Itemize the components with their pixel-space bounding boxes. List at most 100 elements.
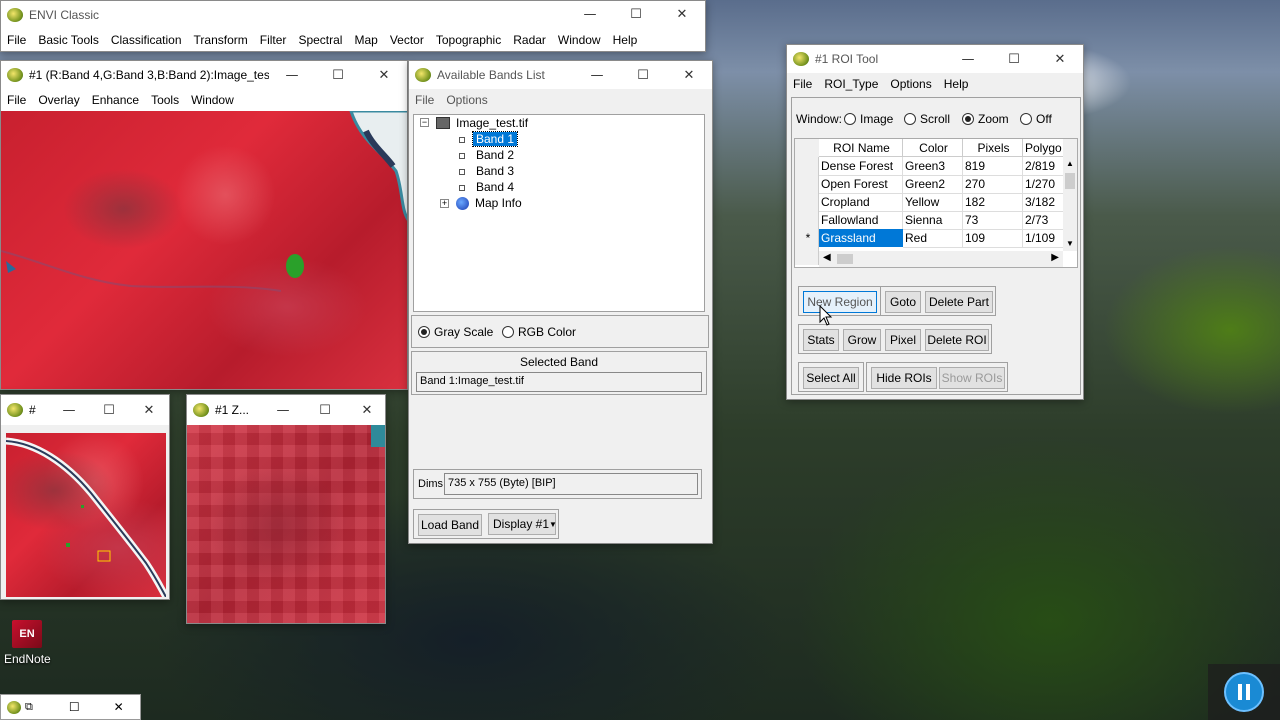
- roi-menu-file[interactable]: File: [787, 77, 818, 91]
- roi-color-cell[interactable]: Green3: [903, 157, 963, 176]
- display-menu-window[interactable]: Window: [185, 93, 240, 107]
- maximize-icon[interactable]: ☐: [613, 1, 659, 28]
- pause-button[interactable]: [1224, 672, 1264, 712]
- close-icon[interactable]: ✕: [361, 61, 407, 89]
- table-row[interactable]: Fallowland Sienna 73 2/73: [795, 211, 1063, 230]
- roi-color-cell[interactable]: Red: [903, 229, 963, 248]
- roi-name-cell[interactable]: Fallowland: [819, 211, 903, 230]
- roi-menu-options[interactable]: Options: [884, 77, 937, 91]
- new-region-button[interactable]: New Region: [803, 291, 877, 313]
- scroll-titlebar[interactable]: # — ☐ ✕: [1, 395, 169, 425]
- rgb-color-radio[interactable]: RGB Color: [502, 325, 576, 339]
- roi-name-cell[interactable]: Dense Forest: [819, 157, 903, 176]
- tree-expand-icon[interactable]: +: [440, 199, 449, 208]
- maximize-icon[interactable]: ☐: [303, 395, 347, 425]
- tree-map-info[interactable]: Map Info: [475, 196, 522, 210]
- menu-map[interactable]: Map: [348, 33, 383, 47]
- scroll-thumb[interactable]: [1065, 173, 1075, 189]
- close-icon[interactable]: ✕: [347, 395, 385, 425]
- tree-band-4[interactable]: Band 4: [459, 180, 517, 194]
- select-all-button[interactable]: Select All: [803, 367, 859, 389]
- close-icon[interactable]: ✕: [114, 700, 124, 714]
- display-menu-file[interactable]: File: [1, 93, 32, 107]
- bands-menu-file[interactable]: File: [409, 93, 440, 107]
- tree-collapse-icon[interactable]: −: [420, 118, 429, 127]
- satellite-image[interactable]: [1, 109, 407, 389]
- stats-button[interactable]: Stats: [803, 329, 839, 351]
- scroll-up-icon[interactable]: ▲: [1066, 159, 1074, 168]
- delete-part-button[interactable]: Delete Part: [925, 291, 993, 313]
- window-zoom-radio[interactable]: Zoom: [962, 112, 1009, 126]
- display-menu-overlay[interactable]: Overlay: [32, 93, 85, 107]
- menu-spectral[interactable]: Spectral: [292, 33, 348, 47]
- menu-radar[interactable]: Radar: [507, 33, 552, 47]
- table-row[interactable]: Open Forest Green2 270 1/270: [795, 175, 1063, 194]
- table-row-selected[interactable]: * Grassland Red 109 1/109: [795, 229, 1063, 248]
- envi-main-titlebar[interactable]: ENVI Classic — ☐ ✕: [1, 1, 705, 28]
- menu-window[interactable]: Window: [552, 33, 607, 47]
- selected-band-field[interactable]: Band 1:Image_test.tif: [416, 372, 702, 392]
- endnote-desktop-icon[interactable]: EN EndNote: [4, 620, 51, 666]
- minimize-icon[interactable]: —: [49, 395, 89, 425]
- display-menu-tools[interactable]: Tools: [145, 93, 185, 107]
- menu-filter[interactable]: Filter: [254, 33, 293, 47]
- roi-titlebar[interactable]: #1 ROI Tool — ☐ ✕: [787, 45, 1083, 73]
- gray-scale-radio[interactable]: Gray Scale: [418, 325, 493, 339]
- maximize-icon[interactable]: ☐: [620, 61, 666, 89]
- table-row[interactable]: Dense Forest Green3 819 2/819: [795, 157, 1063, 176]
- roi-name-cell[interactable]: Cropland: [819, 193, 903, 212]
- goto-button[interactable]: Goto: [885, 291, 921, 313]
- vertical-scrollbar[interactable]: ▲ ▼: [1063, 139, 1077, 251]
- minimize-icon[interactable]: —: [574, 61, 620, 89]
- tree-file-name[interactable]: Image_test.tif: [456, 116, 528, 130]
- window-image-radio[interactable]: Image: [844, 112, 893, 126]
- maximize-icon[interactable]: ☐: [991, 45, 1037, 73]
- maximize-icon[interactable]: ☐: [89, 395, 129, 425]
- window-scroll-radio[interactable]: Scroll: [904, 112, 950, 126]
- roi-color-cell[interactable]: Sienna: [903, 211, 963, 230]
- minimize-icon[interactable]: —: [269, 61, 315, 89]
- roi-menu-roi-type[interactable]: ROI_Type: [818, 77, 884, 91]
- table-row[interactable]: Cropland Yellow 182 3/182: [795, 193, 1063, 212]
- menu-transform[interactable]: Transform: [188, 33, 254, 47]
- close-icon[interactable]: ✕: [666, 61, 712, 89]
- zoom-titlebar[interactable]: #1 Z... — ☐ ✕: [187, 395, 385, 425]
- roi-menu-help[interactable]: Help: [938, 77, 975, 91]
- scroll-image[interactable]: [5, 433, 169, 599]
- roi-name-cell[interactable]: Grassland: [819, 229, 903, 247]
- col-pixels[interactable]: Pixels: [963, 139, 1023, 157]
- roi-name-cell[interactable]: Open Forest: [819, 175, 903, 194]
- roi-color-cell[interactable]: Green2: [903, 175, 963, 194]
- minimize-icon[interactable]: —: [945, 45, 991, 73]
- hide-rois-button[interactable]: Hide ROIs: [871, 367, 937, 389]
- col-polygons[interactable]: Polygo: [1023, 139, 1063, 157]
- tree-band-3[interactable]: Band 3: [459, 164, 517, 178]
- maximize-icon[interactable]: ☐: [315, 61, 361, 89]
- col-roi-name[interactable]: ROI Name: [819, 139, 903, 157]
- horizontal-scrollbar[interactable]: ◀ ▶: [819, 251, 1063, 267]
- col-color[interactable]: Color: [903, 139, 963, 157]
- restore-icon[interactable]: ⧉: [25, 701, 33, 714]
- scroll-left-icon[interactable]: ◀: [823, 252, 831, 263]
- hscroll-thumb[interactable]: [837, 254, 853, 264]
- menu-vector[interactable]: Vector: [384, 33, 430, 47]
- menu-basic-tools[interactable]: Basic Tools: [32, 33, 104, 47]
- menu-classification[interactable]: Classification: [105, 33, 188, 47]
- close-icon[interactable]: ✕: [659, 1, 705, 28]
- load-band-button[interactable]: Load Band: [418, 514, 482, 536]
- minimize-icon[interactable]: —: [263, 395, 303, 425]
- delete-roi-button[interactable]: Delete ROI: [925, 329, 989, 351]
- grow-button[interactable]: Grow: [843, 329, 881, 351]
- bands-titlebar[interactable]: Available Bands List — ☐ ✕: [409, 61, 712, 89]
- scroll-right-icon[interactable]: ▶: [1051, 252, 1059, 263]
- tree-band-1[interactable]: Band 1: [459, 131, 519, 147]
- tree-band-2[interactable]: Band 2: [459, 148, 517, 162]
- maximize-icon[interactable]: ☐: [69, 700, 80, 714]
- menu-topographic[interactable]: Topographic: [430, 33, 507, 47]
- window-off-radio[interactable]: Off: [1020, 112, 1052, 126]
- roi-color-cell[interactable]: Yellow: [903, 193, 963, 212]
- menu-help[interactable]: Help: [607, 33, 644, 47]
- scroll-down-icon[interactable]: ▼: [1066, 239, 1074, 248]
- minimize-icon[interactable]: —: [567, 1, 613, 28]
- display-select[interactable]: Display #1 ▼: [488, 513, 557, 535]
